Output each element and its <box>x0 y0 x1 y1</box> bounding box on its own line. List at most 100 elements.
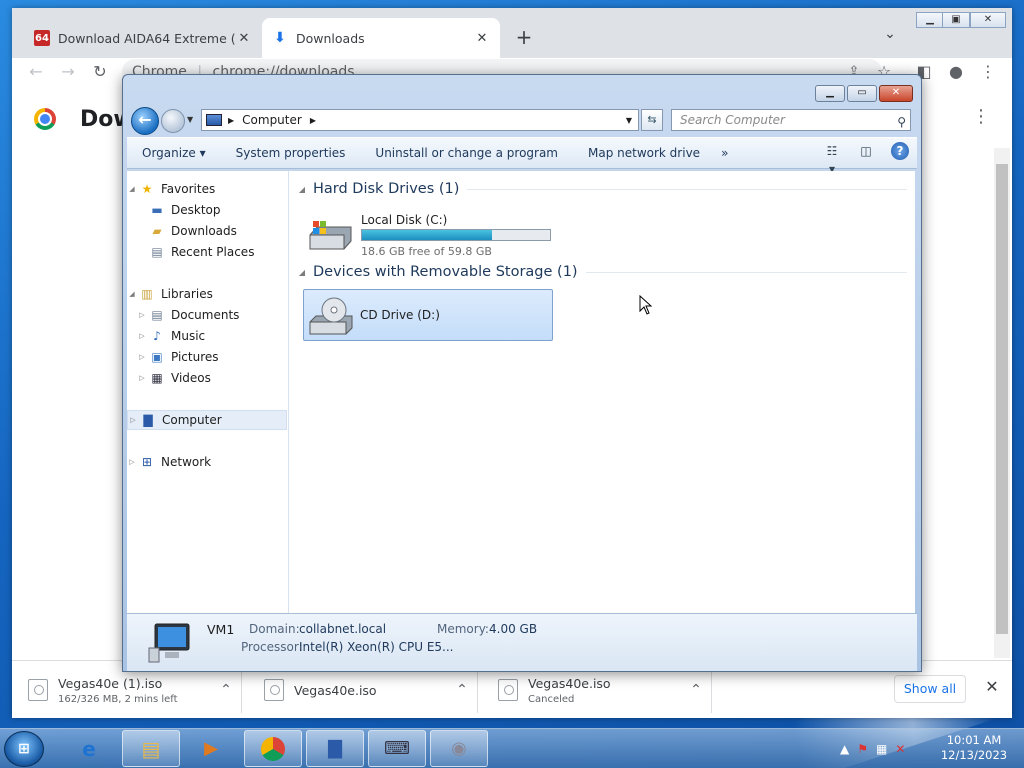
breadcrumb-computer[interactable]: Computer <box>242 113 302 127</box>
show-hidden-icons[interactable]: ▲ <box>840 742 849 756</box>
nav-libraries[interactable]: ◢ ▥ Libraries <box>127 284 287 304</box>
chevron-up-icon[interactable]: ⌃ <box>447 682 477 698</box>
group-divider <box>467 188 907 190</box>
back-icon[interactable]: ← <box>22 58 50 86</box>
history-dropdown-icon[interactable]: ▼ <box>187 115 193 124</box>
disc-app-icon[interactable]: ◉ <box>430 730 488 767</box>
nav-label: Recent Places <box>171 245 255 259</box>
maximize-button[interactable]: ▣ <box>942 12 970 28</box>
close-window-button[interactable]: ✕ <box>970 12 1006 28</box>
file-explorer-icon[interactable]: ▤ <box>122 730 180 767</box>
taskbar: ⊞ e ▤ ▶ ▇ ⌨ ◉ ▲ ⚑ ▦ ✕ 10:01 AM 12/13/202… <box>0 728 1024 768</box>
processor-label: Processor: <box>241 640 303 654</box>
more-commands-button[interactable]: » <box>715 146 734 160</box>
collapse-arrow-icon[interactable]: ◢ <box>297 268 307 277</box>
desktop-icon: ▬ <box>151 203 163 217</box>
clock-time: 10:01 AM <box>946 733 1002 747</box>
minimize-button[interactable]: ▁ <box>815 85 845 102</box>
chevron-up-icon[interactable]: ⌃ <box>681 682 711 698</box>
start-button[interactable]: ⊞ <box>4 731 44 767</box>
expand-arrow-icon[interactable]: ▷ <box>137 332 147 340</box>
internet-explorer-icon[interactable]: e <box>60 730 118 767</box>
domain-value: collabnet.local <box>299 622 387 636</box>
star-icon: ★ <box>141 182 153 196</box>
expand-arrow-icon[interactable]: ▷ <box>137 311 147 319</box>
organize-button[interactable]: Organize ▾ <box>127 146 221 160</box>
close-tab-icon[interactable]: ✕ <box>236 31 252 46</box>
change-view-icon[interactable]: ☷ ▾ <box>823 142 841 176</box>
address-dropdown-icon[interactable]: ▼ <box>626 116 632 125</box>
refresh-icon[interactable]: ⇆ <box>641 109 663 131</box>
breadcrumb-arrow-icon[interactable]: ▶ <box>310 116 316 125</box>
tab-title: Download AIDA64 Extreme (beta <box>58 30 236 46</box>
forward-icon[interactable]: → <box>54 58 82 86</box>
documents-icon: ▤ <box>151 308 163 322</box>
expand-arrow-icon[interactable]: ▷ <box>137 374 147 382</box>
mouse-cursor-icon <box>639 295 653 315</box>
close-shelf-icon[interactable]: ✕ <box>982 677 1002 696</box>
tab-search-icon[interactable]: ⌄ <box>878 26 902 50</box>
group-hard-disk-drives[interactable]: ◢ Hard Disk Drives (1) <box>297 181 907 197</box>
tab-downloads[interactable]: ⬇ Downloads ✕ <box>262 18 500 58</box>
cd-drive-icon <box>309 297 353 335</box>
nav-recent-places[interactable]: ▤ Recent Places <box>127 242 287 262</box>
chrome-menu-icon[interactable]: ⋮ <box>974 58 1002 86</box>
show-all-button[interactable]: Show all <box>894 675 966 703</box>
download-item[interactable]: Vegas40e.iso ⌃ <box>248 667 478 713</box>
page-scrollbar[interactable] <box>994 148 1010 658</box>
maximize-button[interactable]: ▭ <box>847 85 877 102</box>
remote-desktop-icon[interactable]: ▇ <box>306 730 364 767</box>
uninstall-program-button[interactable]: Uninstall or change a program <box>360 146 573 160</box>
expand-arrow-icon[interactable]: ▷ <box>128 416 138 424</box>
profile-icon[interactable]: ● <box>942 58 970 86</box>
nav-network[interactable]: ▷ ⊞ Network <box>127 452 287 472</box>
system-properties-button[interactable]: System properties <box>221 146 361 160</box>
nav-music[interactable]: ▷ ♪ Music <box>127 326 287 346</box>
map-network-drive-button[interactable]: Map network drive <box>573 146 715 160</box>
group-removable-storage[interactable]: ◢ Devices with Removable Storage (1) <box>297 264 907 280</box>
nav-computer[interactable]: ▷ ▇ Computer <box>127 410 287 430</box>
nav-desktop[interactable]: ▬ Desktop <box>127 200 287 220</box>
volume-muted-icon[interactable]: ✕ <box>895 742 905 756</box>
clock[interactable]: 10:01 AM 12/13/2023 <box>936 733 1012 763</box>
disc-file-icon <box>28 679 48 701</box>
action-center-icon[interactable]: ⚑ <box>857 742 868 756</box>
expand-arrow-icon[interactable]: ▷ <box>127 458 137 466</box>
tab-aida64[interactable]: 64 Download AIDA64 Extreme (beta ✕ <box>24 18 262 58</box>
nav-videos[interactable]: ▷ ▦ Videos <box>127 368 287 388</box>
search-icon[interactable]: ⚲ <box>897 112 906 132</box>
scrollbar-thumb[interactable] <box>996 164 1008 634</box>
drive-c-item[interactable]: Local Disk (C:) 18.6 GB free of 59.8 GB <box>307 213 567 259</box>
downloads-menu-icon[interactable]: ⋮ <box>972 106 990 127</box>
drive-d-item[interactable]: CD Drive (D:) <box>303 289 553 341</box>
expand-arrow-icon[interactable]: ▷ <box>137 353 147 361</box>
network-tray-icon[interactable]: ▦ <box>876 742 887 756</box>
collapse-arrow-icon[interactable]: ◢ <box>127 290 137 298</box>
breadcrumb-arrow-icon[interactable]: ▶ <box>228 116 234 125</box>
close-tab-icon[interactable]: ✕ <box>474 31 490 46</box>
nav-label: Pictures <box>171 350 219 364</box>
nav-favorites[interactable]: ◢ ★ Favorites <box>127 179 287 199</box>
chevron-up-icon[interactable]: ⌃ <box>211 682 241 698</box>
chrome-logo-icon <box>261 736 285 761</box>
help-icon[interactable]: ? <box>891 142 909 160</box>
nav-pictures[interactable]: ▷ ▣ Pictures <box>127 347 287 367</box>
reload-icon[interactable]: ↻ <box>86 58 114 86</box>
address-bar[interactable]: ▶ Computer ▶ ▼ <box>201 109 639 131</box>
search-input[interactable]: Search Computer ⚲ <box>671 109 911 131</box>
collapse-arrow-icon[interactable]: ◢ <box>297 185 307 194</box>
chrome-taskbar-icon[interactable] <box>244 730 302 767</box>
back-arrow-icon[interactable]: ← <box>131 107 159 135</box>
download-item[interactable]: Vegas40e.iso Canceled ⌃ <box>482 667 712 713</box>
preview-pane-icon[interactable]: ◫ <box>857 142 875 160</box>
download-item[interactable]: Vegas40e (1).iso 162/326 MB, 2 mins left… <box>12 667 242 713</box>
nav-documents[interactable]: ▷ ▤ Documents <box>127 305 287 325</box>
collapse-arrow-icon[interactable]: ◢ <box>127 185 137 193</box>
minimize-button[interactable]: ▁ <box>916 12 944 28</box>
new-tab-button[interactable]: + <box>510 24 538 52</box>
nav-downloads[interactable]: ▰ Downloads <box>127 221 287 241</box>
media-player-icon[interactable]: ▶ <box>182 730 240 767</box>
forward-arrow-icon[interactable] <box>161 109 185 133</box>
close-window-button[interactable]: ✕ <box>879 85 913 102</box>
keyboard-app-icon[interactable]: ⌨ <box>368 730 426 767</box>
